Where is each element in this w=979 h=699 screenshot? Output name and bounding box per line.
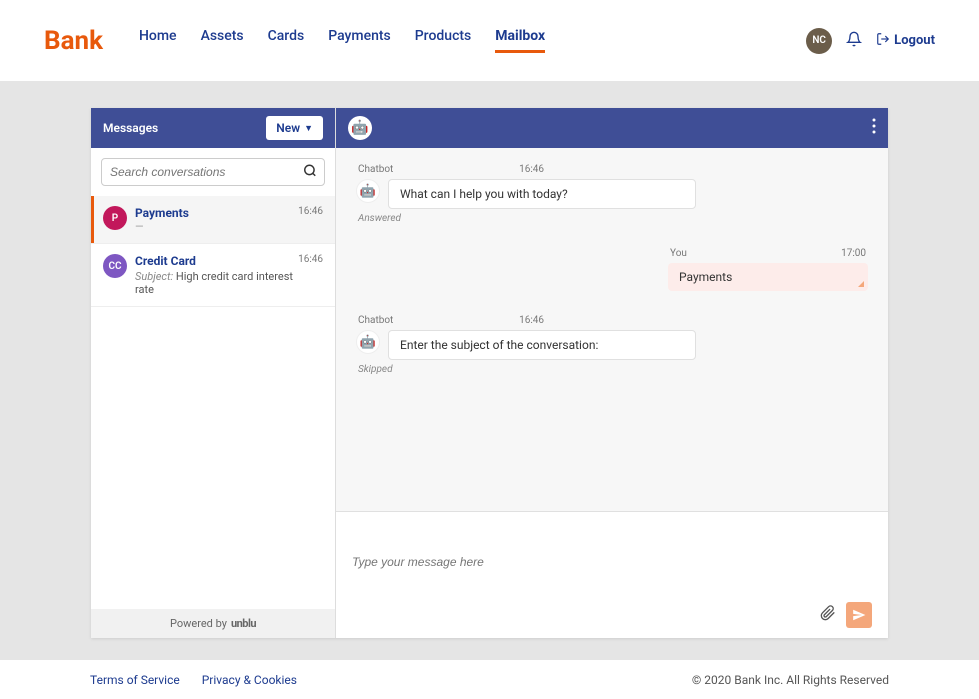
msg-row: 🤖 Enter the subject of the conversation: (356, 330, 696, 360)
message-input[interactable] (352, 522, 872, 602)
app-header: Bank Home Assets Cards Payments Products… (0, 0, 979, 81)
footer-link-terms[interactable]: Terms of Service (90, 673, 180, 687)
logout-icon (876, 32, 890, 50)
conv-body: Payments — (135, 206, 298, 233)
nav-products[interactable]: Products (415, 28, 472, 53)
conv-subject: Subject: High credit card interest rate (135, 270, 298, 296)
nav-cards[interactable]: Cards (268, 28, 305, 53)
msg-meta: Chatbot 16:46 (356, 164, 546, 175)
msg-bubble: What can I help you with today? (388, 179, 696, 209)
msg-status: Skipped (358, 364, 868, 375)
corner-icon (858, 281, 864, 287)
chat-header: 🤖 (336, 108, 888, 148)
nav-payments[interactable]: Payments (328, 28, 391, 53)
chat-body: Chatbot 16:46 🤖 What can I help you with… (336, 148, 888, 511)
nav-home[interactable]: Home (139, 28, 177, 53)
robot-icon: 🤖 (360, 184, 376, 199)
footer-links: Terms of Service Privacy & Cookies (90, 673, 297, 687)
new-conversation-button[interactable]: New ▼ (266, 116, 323, 140)
logout-button[interactable]: Logout (876, 32, 935, 50)
search-box (101, 158, 325, 186)
chat-input-area (336, 511, 888, 638)
robot-icon: 🤖 (360, 335, 376, 350)
user-avatar[interactable]: NC (806, 28, 832, 54)
sidebar-title: Messages (103, 121, 158, 135)
msg-sender: Chatbot (358, 164, 393, 175)
footer-copyright: © 2020 Bank Inc. All Rights Reserved (692, 673, 889, 687)
bot-avatar-small: 🤖 (356, 179, 380, 203)
page-footer: Terms of Service Privacy & Cookies © 202… (0, 659, 979, 699)
conversation-item-payments[interactable]: P Payments — 16:46 (91, 196, 335, 244)
mailbox-container: Messages New ▼ P Payments — 16:46 (91, 108, 888, 638)
search-icon[interactable] (303, 163, 317, 182)
msg-text: Payments (679, 270, 732, 284)
conv-title: Payments (135, 206, 298, 220)
msg-bubble: Enter the subject of the conversation: (388, 330, 696, 360)
robot-icon: 🤖 (351, 120, 368, 136)
message-group-bot-2: Chatbot 16:46 🤖 Enter the subject of the… (356, 315, 868, 375)
msg-time: 16:46 (519, 315, 544, 326)
caret-down-icon: ▼ (304, 123, 313, 134)
conv-body: Credit Card Subject: High credit card in… (135, 254, 298, 296)
message-group-user-1: You 17:00 Payments (668, 248, 868, 291)
msg-meta: Chatbot 16:46 (356, 315, 546, 326)
conv-preview: — (135, 220, 298, 233)
search-input[interactable] (101, 158, 325, 186)
new-button-label: New (276, 121, 300, 135)
attachment-icon[interactable] (820, 605, 836, 625)
bell-icon[interactable] (846, 31, 862, 51)
conv-time: 16:46 (298, 206, 323, 233)
msg-sender: You (670, 248, 687, 259)
header-right: NC Logout (806, 28, 935, 54)
chat-actions (352, 602, 872, 628)
msg-time: 17:00 (841, 248, 866, 259)
conversation-list: P Payments — 16:46 CC Credit Card Subjec… (91, 196, 335, 609)
nav-assets[interactable]: Assets (201, 28, 244, 53)
conversation-item-credit-card[interactable]: CC Credit Card Subject: High credit card… (91, 244, 335, 307)
conv-avatar: CC (103, 254, 127, 278)
powered-by: Powered by unblu (91, 609, 335, 638)
powered-brand: unblu (231, 617, 256, 630)
conversation-sidebar: Messages New ▼ P Payments — 16:46 (91, 108, 336, 638)
nav-mailbox[interactable]: Mailbox (495, 28, 545, 53)
logo: Bank (44, 26, 103, 56)
conv-avatar: P (103, 206, 127, 230)
message-group-bot-1: Chatbot 16:46 🤖 What can I help you with… (356, 164, 868, 224)
send-button[interactable] (846, 602, 872, 628)
msg-status: Answered (358, 213, 868, 224)
msg-meta: You 17:00 (668, 248, 868, 259)
conv-title: Credit Card (135, 254, 298, 268)
chat-pane: 🤖 Chatbot 16:46 🤖 What can I help you wi… (336, 108, 888, 638)
chatbot-avatar: 🤖 (348, 116, 372, 140)
more-icon[interactable] (872, 118, 876, 138)
logout-label: Logout (894, 33, 935, 48)
msg-time: 16:46 (519, 164, 544, 175)
bot-avatar-small: 🤖 (356, 330, 380, 354)
main-nav: Home Assets Cards Payments Products Mail… (139, 28, 806, 53)
msg-bubble: Payments (668, 263, 868, 291)
msg-sender: Chatbot (358, 315, 393, 326)
search-wrapper (91, 148, 335, 196)
conv-time: 16:46 (298, 254, 323, 296)
conv-subject-label: Subject: (135, 270, 173, 283)
footer-link-privacy[interactable]: Privacy & Cookies (202, 673, 297, 687)
msg-row: 🤖 What can I help you with today? (356, 179, 696, 209)
sidebar-header: Messages New ▼ (91, 108, 335, 148)
powered-prefix: Powered by (170, 617, 227, 630)
